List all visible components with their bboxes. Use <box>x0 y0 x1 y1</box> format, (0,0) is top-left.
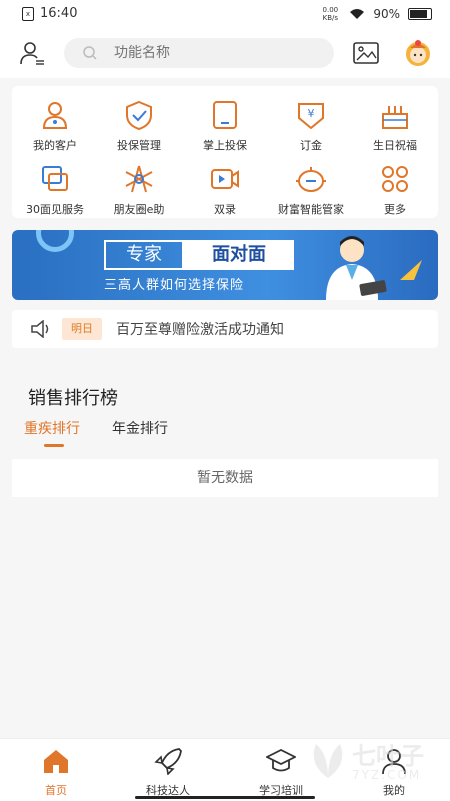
grid-item-mobile-insure[interactable]: 掌上投保 <box>182 100 268 153</box>
wifi-icon <box>350 9 365 19</box>
status-bar: x 16:40 0.00 KB/s 90% <box>0 0 450 30</box>
grid-label: 财富智能管家 <box>278 203 344 216</box>
tab-annuity[interactable]: 年金排行 <box>112 418 168 438</box>
grid-label: 朋友圈e助 <box>113 203 165 216</box>
grid-item-wealth-butler[interactable]: 财富智能管家 <box>268 164 354 217</box>
more-grid-icon <box>382 166 408 192</box>
meeting-icon <box>42 166 68 191</box>
empty-state: 暂无数据 <box>12 459 438 497</box>
rocket-icon <box>154 748 182 776</box>
active-tab-indicator <box>44 444 64 447</box>
watermark-name: 七叶子 <box>352 742 424 770</box>
grid-label: 双录 <box>214 203 236 216</box>
grid-item-birthday[interactable]: 生日祝福 <box>352 100 438 153</box>
grid-label: 订金 <box>300 139 322 152</box>
watermark-site: 7YZ.COM <box>352 768 422 782</box>
notice-tag: 明日 <box>62 318 102 340</box>
grid-item-my-customers[interactable]: 我的客户 <box>12 100 98 153</box>
video-icon <box>211 169 239 189</box>
graduation-cap-icon <box>264 748 298 772</box>
sim-icon: x <box>22 6 34 21</box>
grid-item-deposit[interactable]: ¥ 订金 <box>268 100 354 153</box>
grid-item-policy-management[interactable]: 投保管理 <box>96 100 182 153</box>
banner-decoration <box>36 230 74 252</box>
grid-item-dual-recording[interactable]: 双录 <box>182 164 268 217</box>
notice-bar[interactable]: 明日 百万至尊赠险激活成功通知 <box>12 310 438 348</box>
nav-label: 首页 <box>45 784 67 797</box>
grid-label: 我的客户 <box>33 139 77 152</box>
search-icon <box>83 46 97 60</box>
grid-label: 掌上投保 <box>203 139 247 152</box>
watermark: 七叶子 7YZ.COM <box>308 728 448 788</box>
grid-item-meeting-service[interactable]: 30面见服务 <box>12 164 98 217</box>
home-icon <box>44 750 68 773</box>
grid-label: 更多 <box>384 203 406 216</box>
battery-icon <box>408 8 432 20</box>
promo-banner[interactable]: 专家 面对面 三高人群如何选择保险 <box>12 230 438 300</box>
tablet-icon <box>213 101 237 129</box>
top-header <box>0 30 450 78</box>
grid-item-more[interactable]: 更多 <box>352 164 438 217</box>
ranking-title: 销售排行榜 <box>28 388 118 409</box>
cake-icon <box>382 106 408 129</box>
banner-decoration <box>400 260 422 280</box>
yen-bag-icon: ¥ <box>298 103 324 130</box>
nav-home[interactable]: 首页 <box>6 747 106 798</box>
search-input[interactable] <box>112 44 316 62</box>
network-speed: 0.00 KB/s <box>322 6 339 22</box>
home-indicator <box>135 796 315 799</box>
banner-subtitle: 三高人群如何选择保险 <box>104 278 245 293</box>
tab-critical-illness[interactable]: 重疾排行 <box>24 418 80 438</box>
search-bar[interactable] <box>64 38 334 68</box>
function-grid: 我的客户 投保管理 掌上投保 ¥ 订金 生日祝福 30面见服务 朋友圈e助 双录… <box>12 86 438 218</box>
leaf-logo-icon <box>313 744 343 778</box>
svg-text:¥: ¥ <box>308 107 315 120</box>
grid-item-moments-helper[interactable]: 朋友圈e助 <box>96 164 182 217</box>
aperture-icon <box>125 165 153 193</box>
banner-badge-face-to-face: 面对面 <box>184 240 294 270</box>
person-icon <box>42 102 68 129</box>
poster-icon[interactable] <box>352 40 380 66</box>
speaker-icon <box>31 320 49 338</box>
grid-label: 投保管理 <box>117 139 161 152</box>
nav-tech-expert[interactable]: 科技达人 <box>118 747 218 798</box>
battery-percent: 90% <box>373 7 400 21</box>
avatar[interactable] <box>404 38 432 68</box>
doctor-illustration <box>326 236 387 300</box>
banner-badge-expert: 专家 <box>104 240 184 270</box>
shield-check-icon <box>126 100 152 131</box>
grid-label: 30面见服务 <box>26 203 84 216</box>
grid-label: 生日祝福 <box>373 139 417 152</box>
status-time: 16:40 <box>40 6 78 21</box>
customer-list-icon[interactable] <box>18 40 46 68</box>
notice-message: 百万至尊赠险激活成功通知 <box>116 322 284 338</box>
robot-icon <box>296 167 326 192</box>
